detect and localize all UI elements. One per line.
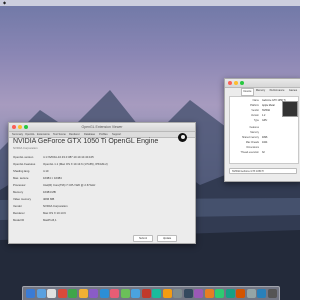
dock-app-icon[interactable]	[131, 289, 140, 298]
dock-app-icon[interactable]	[204, 289, 214, 298]
row-label: Model ID	[13, 218, 25, 222]
renderer-heading: NVIDIA GeForce GTX 1050 Ti OpenGL Engine	[13, 138, 159, 145]
tab-memory[interactable]: Memory	[254, 88, 267, 94]
property-key: Dimensions	[246, 146, 260, 149]
property-key: Type	[253, 119, 259, 122]
property-key: Features	[249, 126, 259, 129]
property-value: 4096	[262, 136, 268, 139]
dock-app-icon[interactable]	[110, 289, 119, 298]
dock-app-icon[interactable]	[68, 289, 77, 298]
property-key: Max threads	[245, 141, 259, 144]
row-label: OpenGL version	[13, 155, 34, 159]
property-value: 1024	[262, 141, 268, 144]
property-value: 32	[262, 151, 265, 154]
menu-bar: ◆	[0, 0, 300, 6]
dock-app-icon[interactable]	[99, 289, 109, 298]
dock-app-icon[interactable]	[78, 289, 88, 298]
gpu-tab-bar: Device Memory Performance Games	[225, 88, 300, 96]
gpu-property-list: Name GeForce GTX 1050 Ti Platform Apple …	[229, 96, 299, 164]
property-key: Version	[251, 114, 259, 117]
property-value: GeForce GTX 1050 Ti	[262, 99, 286, 102]
tab-support[interactable]: Support	[112, 132, 121, 137]
dock-app-icon[interactable]	[267, 289, 277, 298]
row-value: NVIDIA Corporation	[43, 204, 68, 208]
tab-renderer[interactable]: Renderer	[69, 132, 80, 137]
row-label: Processor	[13, 183, 26, 187]
dock-app-icon[interactable]	[120, 289, 130, 298]
gpu-titlebar[interactable]	[225, 79, 300, 88]
minimize-button[interactable]	[234, 81, 238, 85]
property-key: Vendor	[251, 109, 259, 112]
dock	[22, 286, 280, 300]
row-label: Vendor	[13, 204, 22, 208]
tab-test-scene[interactable]: Test Scene	[53, 132, 66, 137]
dock-app-icon[interactable]	[215, 289, 224, 298]
zoom-button[interactable]	[240, 81, 244, 85]
property-key: Shared memory	[241, 136, 259, 139]
row-label: OpenGL Features	[13, 162, 36, 166]
dock-app-icon[interactable]	[162, 289, 172, 298]
tab-opengl[interactable]: OpenGL	[25, 132, 35, 137]
gpu-card-image	[282, 101, 298, 117]
gpu-select-popup[interactable]: NVIDIA GeForce GTX 1050 Ti	[229, 168, 297, 174]
tab-profiles[interactable]: Profiles	[99, 132, 108, 137]
row-label: Shading lang.	[13, 169, 31, 173]
vendor-subheading: NVIDIA Corporation	[13, 146, 38, 150]
row-value: 16384 MB	[43, 190, 56, 194]
dock-app-icon[interactable]	[236, 289, 245, 298]
row-label: Renderer	[13, 211, 25, 215]
property-value: GPU	[262, 119, 268, 122]
tab-extensions[interactable]: Extensions	[37, 132, 50, 137]
tab-database[interactable]: Database	[84, 132, 95, 137]
tab-games[interactable]: Games	[287, 88, 299, 94]
tab-device[interactable]: Device	[241, 88, 254, 96]
row-label: Memory	[13, 190, 24, 194]
property-key: Name	[252, 99, 259, 102]
dock-app-icon[interactable]	[57, 289, 67, 298]
row-value: MacPro5,1	[43, 218, 57, 222]
dock-app-icon[interactable]	[152, 289, 161, 298]
dock-app-icon[interactable]	[26, 289, 35, 298]
desktop: ◆ OpenGL Extension Viewer Summary OpenGL…	[0, 0, 300, 300]
close-button[interactable]	[228, 81, 232, 85]
window-title: OpenGL Extension Viewer	[81, 125, 123, 129]
tab-performance[interactable]: Performance	[268, 88, 286, 94]
row-value: 4.10	[43, 169, 49, 173]
property-value: 1.2	[262, 114, 266, 117]
dock-app-icon[interactable]	[89, 289, 98, 298]
dock-app-icon[interactable]	[257, 289, 266, 298]
opengl-viewer-window: OpenGL Extension Viewer Summary OpenGL E…	[8, 122, 196, 244]
dock-app-icon[interactable]	[173, 289, 182, 298]
dock-app-icon[interactable]	[47, 289, 56, 298]
row-value: OpenGL 1.1 (Mac OS X 10.13.6 (17G65), IP…	[43, 162, 108, 166]
dock-app-icon[interactable]	[141, 289, 151, 298]
row-value: 4096 MB	[43, 197, 55, 201]
row-label: Video memory	[13, 197, 31, 201]
row-label: Max. texture	[13, 176, 29, 180]
submit-button[interactable]: Submit	[133, 235, 153, 242]
dock-app-icon[interactable]	[225, 289, 235, 298]
dock-app-icon[interactable]	[36, 289, 46, 298]
row-value: Mac OS X 10.13.6	[43, 211, 66, 215]
gpu-info-window: Device Memory Performance Games Name GeF…	[224, 78, 300, 182]
gl-titlebar[interactable]: OpenGL Extension Viewer	[9, 123, 195, 132]
row-value: 16384 × 16384	[43, 176, 62, 180]
row-value: Intel(R) Core(TM) i7 CPU 920 @ 2.67GHz	[43, 183, 96, 187]
update-button[interactable]: Update	[157, 235, 177, 242]
dock-app-icon[interactable]	[246, 289, 256, 298]
property-key: Platform	[250, 104, 259, 107]
row-value: 4.1 NVIDIA-10.33.0 387.10.10.10.40.105	[43, 155, 94, 159]
dock-app-icon[interactable]	[194, 289, 203, 298]
apple-icon[interactable]: ◆	[3, 0, 6, 6]
tab-summary[interactable]: Summary	[12, 132, 23, 137]
property-key: Memory	[250, 131, 259, 134]
opengl-logo-icon	[178, 133, 187, 142]
dock-app-icon[interactable]	[183, 289, 193, 298]
property-value: Apple Metal	[262, 104, 275, 107]
property-key: Thread execution	[240, 151, 259, 154]
property-value: NVIDIA	[262, 109, 270, 112]
